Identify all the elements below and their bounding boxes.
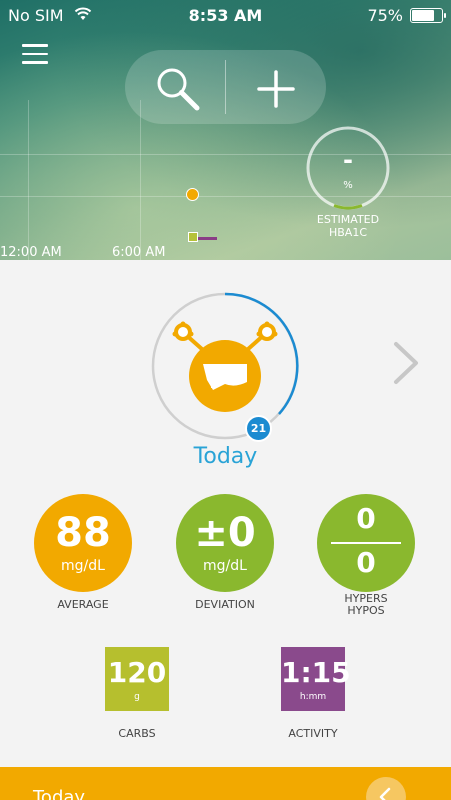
time-axis-label: 6:00 AM (112, 245, 166, 260)
average-label: AVERAGE (57, 598, 109, 611)
deviation-label: DEVIATION (195, 598, 255, 611)
previous-day-button[interactable] (366, 777, 406, 800)
fraction-divider (331, 542, 401, 544)
chevron-right-icon[interactable] (390, 340, 420, 386)
deviation-value: ±0 (194, 510, 256, 556)
carbs-label: CARBS (118, 727, 156, 740)
average-stat[interactable]: 88 mg/dL (34, 494, 132, 592)
monster-mascot-icon (172, 321, 278, 412)
search-button[interactable] (125, 50, 225, 124)
progress-ring[interactable] (151, 292, 299, 440)
carbs-unit: g (134, 692, 140, 702)
hba1c-label: ESTIMATED HBA1C (288, 213, 408, 239)
bottom-day-bar[interactable]: Today (0, 767, 451, 800)
carbs-tile[interactable]: 120 g (105, 647, 169, 711)
action-pill (125, 50, 326, 124)
battery-percentage: 75% (367, 6, 403, 25)
hypos-value: 0 (356, 546, 376, 579)
battery-icon (410, 8, 446, 23)
plus-icon (257, 70, 295, 108)
average-value: 88 (55, 510, 111, 556)
chart-gridline (28, 100, 29, 260)
time-axis-label: 12:00 AM (0, 245, 62, 260)
activity-tile[interactable]: 1:15 h:mm (281, 647, 351, 711)
hypers-value: 0 (356, 502, 376, 535)
hba1c-label-line1: ESTIMATED (316, 213, 380, 226)
activity-value: 1:15 (281, 656, 351, 689)
average-unit: mg/dL (61, 558, 105, 574)
activity-label: ACTIVITY (288, 727, 338, 740)
add-entry-button[interactable] (226, 50, 326, 124)
activity-unit: h:mm (299, 692, 327, 702)
status-bar: No SIM 8:53 AM 75% (0, 0, 451, 30)
hba1c-gauge[interactable]: - % (306, 126, 390, 210)
hba1c-unit: % (343, 180, 353, 191)
hypos-label: HYPOS (347, 604, 385, 617)
hamburger-menu-icon[interactable] (22, 44, 48, 66)
carbs-value: 120 (107, 656, 167, 689)
bottom-day-label: Today (33, 787, 86, 800)
search-icon (157, 68, 200, 111)
hba1c-label-line2: HBA1C (328, 226, 368, 239)
hypers-hypos-stat[interactable]: 0 0 (317, 494, 415, 592)
period-label: Today (193, 444, 258, 469)
activity-entry-marker[interactable] (198, 237, 217, 240)
hba1c-value: - (343, 146, 353, 174)
chevron-left-icon (379, 787, 391, 800)
carb-entry-marker[interactable] (188, 232, 198, 242)
glucose-reading-marker[interactable] (186, 188, 199, 201)
daily-summary: 21 Today 88 mg/dL ±0 mg/dL 0 0 AVERAGE D… (0, 260, 451, 767)
deviation-stat[interactable]: ±0 mg/dL (176, 494, 274, 592)
deviation-unit: mg/dL (203, 558, 247, 574)
entries-count-badge: 21 (245, 415, 272, 442)
hypers-hypos-label: HYPERS HYPOS (296, 593, 436, 617)
